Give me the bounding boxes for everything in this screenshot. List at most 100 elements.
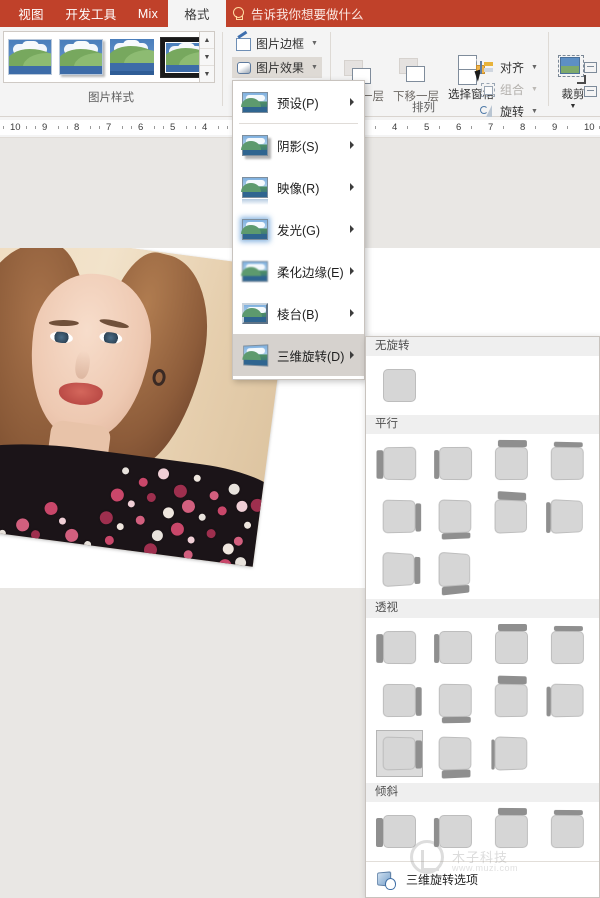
preset-icon xyxy=(242,92,268,113)
shape-width-field[interactable] xyxy=(584,85,600,97)
thumb-water xyxy=(60,66,102,74)
rotation-preset-3-10[interactable] xyxy=(432,730,479,777)
ruler-minor-tick xyxy=(218,126,219,129)
rotation-preset-2-9[interactable] xyxy=(376,546,423,593)
effects-menu-item-3[interactable]: 映像(R) xyxy=(233,166,364,208)
rotation-preset-2-8[interactable] xyxy=(544,493,591,540)
rotation-preset-2-5[interactable] xyxy=(376,493,423,540)
tab-mix[interactable]: Mix xyxy=(128,0,168,27)
cube-front-face xyxy=(495,736,528,770)
dress-flower xyxy=(209,491,219,501)
rotation-preset-2-1[interactable] xyxy=(376,440,423,487)
effects-menu-item-4[interactable]: 发光(G) xyxy=(233,208,364,250)
tab-view[interactable]: 视图 xyxy=(8,0,54,27)
rotation-preset-3-3[interactable] xyxy=(488,624,535,671)
rotation-preset-3-6[interactable] xyxy=(432,677,479,724)
picture-style-thumb-1[interactable] xyxy=(8,39,52,75)
group-icon xyxy=(480,82,495,97)
align-button[interactable]: 对齐 ▼ xyxy=(476,57,542,78)
gallery-more-button[interactable]: ▼ xyxy=(200,66,214,82)
tell-me-label: 告诉我你想要做什么 xyxy=(251,4,364,23)
rotation-section-grid xyxy=(366,356,599,415)
height-icon xyxy=(584,62,597,73)
gallery-scroll-up-button[interactable]: ▲ xyxy=(200,32,214,49)
rotation-preset-3-8[interactable] xyxy=(544,677,591,724)
effects-menu-item-6[interactable]: 棱台(B) xyxy=(233,292,364,334)
ruler-minor-tick xyxy=(163,126,164,129)
picture-style-thumb-3[interactable] xyxy=(110,39,154,75)
dress-flower xyxy=(157,468,169,480)
rotation-preset-thumb xyxy=(439,499,472,533)
send-backward-button[interactable]: 下移一层 xyxy=(388,57,444,104)
rotation-preset-3-7[interactable] xyxy=(488,677,535,724)
cube-front-face xyxy=(439,552,471,588)
effects-menu-item-label: 映像(R) xyxy=(277,178,319,197)
ruler-minor-tick xyxy=(67,126,68,129)
rotation-preset-2-7[interactable] xyxy=(488,493,535,540)
cube-side-face xyxy=(554,442,583,447)
cube-side-face xyxy=(442,532,471,539)
effects-menu-item-1[interactable]: 预设(P) xyxy=(233,81,364,123)
cube-side-face xyxy=(376,818,383,847)
cube-side-face xyxy=(442,585,470,596)
effects-menu-item-5[interactable]: 柔化边缘(E) xyxy=(233,250,364,292)
ruler-tick: 7 xyxy=(106,120,111,135)
effects-menu-item-7[interactable]: 三维旋转(D) xyxy=(233,334,364,376)
dress-flower xyxy=(206,529,216,539)
rotation-preset-2-6[interactable] xyxy=(432,493,479,540)
picture-border-button[interactable]: 图片边框 ▼ xyxy=(232,33,322,54)
rotation-preset-3-9[interactable] xyxy=(376,730,423,777)
picture-styles-group-label: 图片样式 xyxy=(88,89,134,105)
effects-menu-item-label: 棱台(B) xyxy=(277,304,319,323)
tab-format[interactable]: 格式 xyxy=(168,0,226,27)
gallery-scrollbar[interactable]: ▲ ▼ ▼ xyxy=(199,32,214,82)
cube-front-face xyxy=(495,815,528,848)
shape-height-field[interactable] xyxy=(584,61,600,73)
cube-side-face xyxy=(554,810,583,815)
rotation-preset-thumb xyxy=(551,631,584,664)
rotation-preset-thumb xyxy=(439,447,472,480)
rotation-preset-3-4[interactable] xyxy=(544,624,591,671)
cube-front-face xyxy=(495,631,528,664)
rotation-preset-3-11[interactable] xyxy=(488,730,535,777)
rotation-preset-2-4[interactable] xyxy=(544,440,591,487)
submenu-arrow-icon xyxy=(350,183,354,191)
rotation-preset-2-3[interactable] xyxy=(488,440,535,487)
tab-developer[interactable]: 开发工具 xyxy=(54,0,128,27)
picture-border-icon xyxy=(236,36,251,51)
rotation-preset-3-5[interactable] xyxy=(376,677,423,724)
cube-front-face xyxy=(495,684,528,718)
ruler-minor-tick xyxy=(535,126,536,129)
three-d-rotation-options-item[interactable]: 三维旋转选项 xyxy=(366,861,599,897)
rotation-preset-2-10[interactable] xyxy=(432,546,479,593)
rotation-preset-1-1[interactable] xyxy=(376,362,423,409)
three-d-rotation-options-label: 三维旋转选项 xyxy=(406,871,478,888)
picture-effects-menu[interactable]: 预设(P)阴影(S) 映像(R) 发光(G)柔化边缘(E) 棱台(B) 三维旋转(D) xyxy=(232,80,365,380)
gallery-scroll-down-button[interactable]: ▼ xyxy=(200,49,214,66)
rotation-preset-3-2[interactable] xyxy=(432,624,479,671)
group-button[interactable]: 组合 ▼ xyxy=(476,79,542,100)
cube-side-face xyxy=(434,634,439,663)
dress-flower xyxy=(228,483,240,495)
picture-style-thumb-2[interactable] xyxy=(59,39,103,75)
chevron-down-icon: ▼ xyxy=(531,108,538,115)
rotation-preset-4-2[interactable] xyxy=(432,808,479,855)
picture-styles-gallery[interactable]: ▲ ▼ ▼ xyxy=(3,31,215,83)
rotation-preset-2-2[interactable] xyxy=(432,440,479,487)
ruler-tick: 4 xyxy=(392,120,397,135)
dress-flower xyxy=(127,500,135,508)
cube-front-face xyxy=(383,500,416,534)
rotation-preset-4-3[interactable] xyxy=(488,808,535,855)
tab-view-label: 视图 xyxy=(18,4,44,23)
crop-chevron-icon[interactable]: ▼ xyxy=(551,103,595,110)
rotation-preset-4-4[interactable] xyxy=(544,808,591,855)
effects-menu-item-2[interactable]: 阴影(S) xyxy=(233,124,364,166)
picture-effects-button[interactable]: 图片效果 ▼ xyxy=(232,57,322,78)
tell-me-search[interactable]: 告诉我你想要做什么 xyxy=(232,0,364,27)
rotation-preset-3-1[interactable] xyxy=(376,624,423,671)
cube-front-face xyxy=(439,684,472,717)
dress-flower xyxy=(173,484,188,499)
three-d-rotation-gallery[interactable]: 无旋转平行透视倾斜 三维旋转选项 xyxy=(365,336,600,898)
rotation-preset-4-1[interactable] xyxy=(376,808,423,855)
rotation-preset-thumb xyxy=(495,736,528,770)
